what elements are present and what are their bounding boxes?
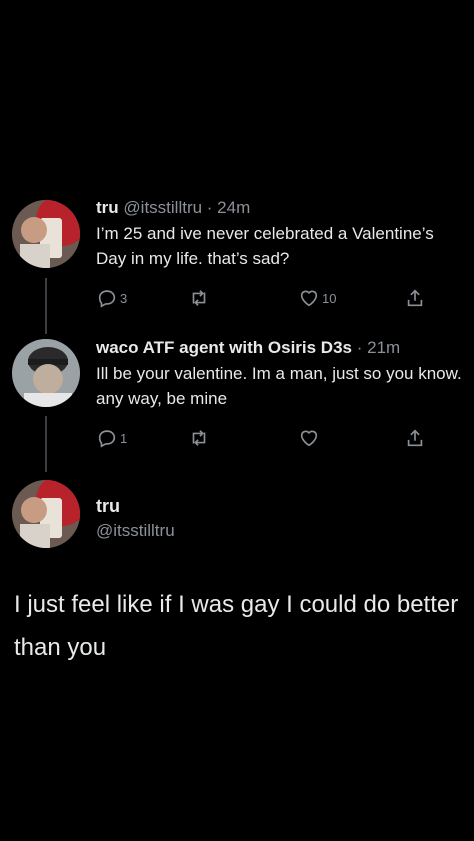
- tweet-2-content: waco ATF agent with Osiris D3s · 21m Ill…: [96, 337, 464, 411]
- tweet-1-actions: 3 10: [96, 286, 426, 310]
- heart-icon: [300, 430, 318, 447]
- tweet-2-actions: 1: [96, 426, 426, 450]
- avatar-tru-main[interactable]: [12, 480, 80, 548]
- share-button[interactable]: [404, 286, 426, 310]
- reply-icon: [98, 430, 116, 448]
- main-name[interactable]: tru: [96, 496, 464, 517]
- tweet-1-time[interactable]: · 24m: [207, 198, 250, 217]
- reply-button[interactable]: 3: [96, 286, 127, 310]
- tweet-1-content: tru @itsstilltru · 24m I’m 25 and ive ne…: [96, 197, 464, 271]
- reply-icon: [98, 290, 116, 308]
- like-button[interactable]: [298, 426, 322, 450]
- tweet-1-name[interactable]: tru: [96, 198, 119, 217]
- retweet-button[interactable]: [188, 286, 212, 310]
- reply-count: 3: [120, 290, 128, 306]
- avatar-tru[interactable]: [12, 200, 80, 268]
- like-button[interactable]: 10: [298, 286, 336, 310]
- thread-line: [45, 416, 47, 472]
- tweet-2-text: Ill be your valentine. Im a man, just so…: [96, 364, 462, 408]
- main-handle[interactable]: @itsstilltru: [96, 521, 464, 541]
- like-count: 10: [322, 290, 337, 306]
- tweet-1-handle[interactable]: @itsstilltru: [123, 198, 202, 217]
- tweet-2-time[interactable]: · 21m: [357, 338, 400, 357]
- tweet-2-header: waco ATF agent with Osiris D3s · 21m: [96, 337, 464, 359]
- share-button[interactable]: [404, 426, 426, 450]
- main-tweet-text: I just feel like if I was gay I could do…: [14, 591, 459, 661]
- thread-line: [45, 278, 47, 334]
- retweet-icon: [192, 290, 206, 306]
- avatar-waco[interactable]: [12, 339, 80, 407]
- reply-count: 1: [120, 430, 128, 446]
- tweet-1-header: tru @itsstilltru · 24m: [96, 197, 464, 219]
- heart-icon: [300, 290, 318, 307]
- retweet-icon: [192, 430, 206, 446]
- reply-button[interactable]: 1: [96, 426, 127, 450]
- share-icon: [407, 429, 423, 447]
- share-icon: [407, 289, 423, 307]
- retweet-button[interactable]: [188, 426, 212, 450]
- main-author: tru @itsstilltru: [96, 496, 464, 541]
- tweet-2-name[interactable]: waco ATF agent with Osiris D3s: [96, 338, 352, 357]
- tweet-1-text: I’m 25 and ive never celebrated a Valent…: [96, 224, 434, 268]
